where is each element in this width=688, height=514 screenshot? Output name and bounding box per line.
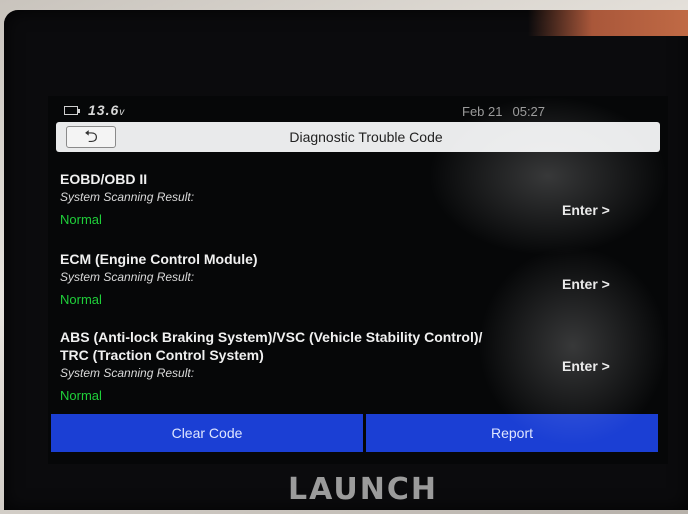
enter-button[interactable]: Enter > (562, 276, 610, 292)
battery-icon (64, 106, 80, 115)
action-bar: Clear Code Report (48, 414, 658, 452)
device-screen: 13.6v Feb 21 05:27 ⮌ Diagnostic Trouble C… (48, 96, 668, 464)
status-bar: 13.6v Feb 21 05:27 (48, 102, 668, 120)
report-button[interactable]: Report (366, 414, 658, 452)
scan-status: Normal (60, 212, 102, 227)
title-bar: ⮌ Diagnostic Trouble Code (56, 122, 660, 152)
device-case-edge (528, 10, 688, 36)
back-arrow-icon: ⮌ (84, 127, 98, 146)
page-title: Diagnostic Trouble Code (289, 129, 443, 145)
system-name: EOBD/OBD II (60, 171, 148, 187)
date-time: Feb 21 05:27 (462, 104, 545, 119)
scan-status: Normal (60, 388, 102, 403)
scan-result-label: System Scanning Result: (60, 270, 195, 284)
status-time: 05:27 (512, 104, 546, 119)
status-date: Feb 21 (462, 104, 503, 119)
voltage-readout: 13.6v (88, 102, 125, 118)
enter-button[interactable]: Enter > (562, 358, 610, 374)
back-button[interactable]: ⮌ (66, 126, 116, 148)
system-name-line1: ABS (Anti-lock Braking System)/VSC (Vehi… (60, 329, 483, 345)
voltage-unit: v (119, 107, 126, 118)
voltage-value: 13.6 (88, 102, 120, 118)
clear-code-button[interactable]: Clear Code (51, 414, 363, 452)
scan-result-label: System Scanning Result: (60, 366, 195, 380)
scan-result-label: System Scanning Result: (60, 190, 195, 204)
launch-logo: LAUNCH (288, 472, 439, 507)
system-name-line2: TRC (Traction Control System) (60, 347, 264, 363)
scan-status: Normal (60, 292, 102, 307)
enter-button[interactable]: Enter > (562, 202, 610, 218)
system-name: ECM (Engine Control Module) (60, 251, 258, 267)
